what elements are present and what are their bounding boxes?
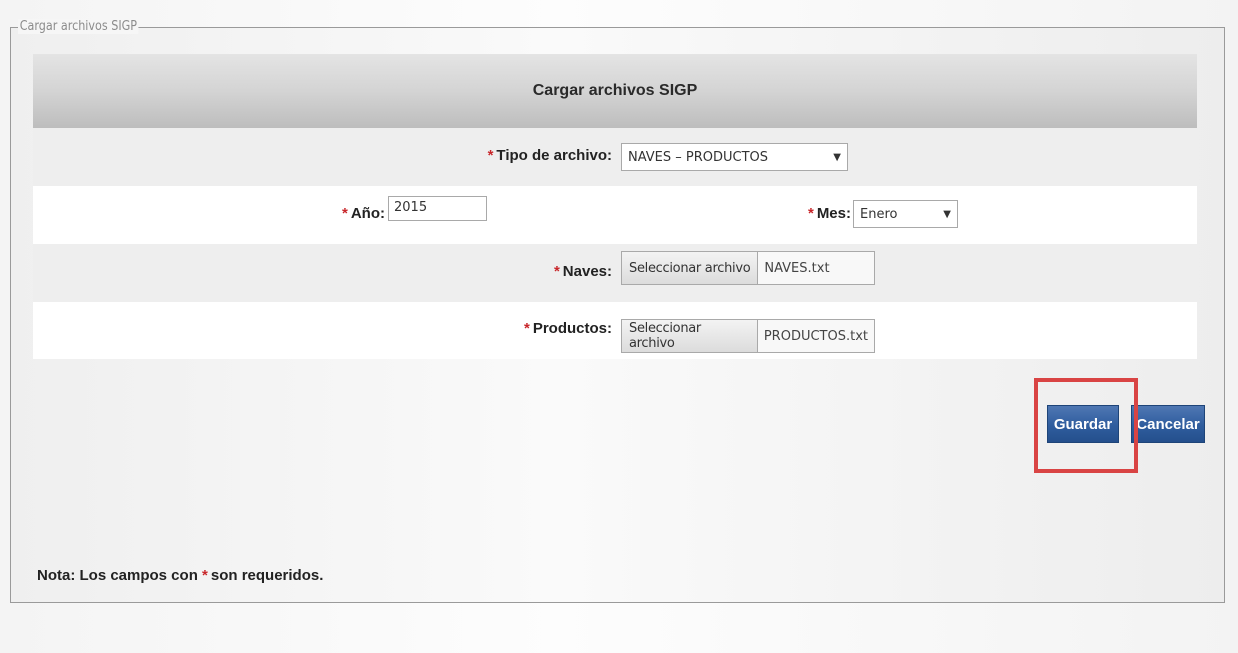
productos-file-name: PRODUCTOS.txt — [763, 328, 868, 344]
form-header: Cargar archivos SIGP — [33, 54, 1197, 128]
form-title: Cargar archivos SIGP — [532, 82, 698, 99]
naves-file-name: NAVES.txt — [764, 260, 830, 276]
row-naves: * Naves: Seleccionar archivo NAVES.txt — [33, 244, 1197, 302]
productos-label: * Productos: — [523, 320, 612, 337]
tipo-archivo-select[interactable]: NAVES – PRODUCTOS ▼ — [621, 143, 848, 171]
required-mark: * — [342, 205, 348, 222]
required-mark: * — [807, 205, 814, 222]
tipo-archivo-value: NAVES – PRODUCTOS — [628, 149, 769, 165]
naves-label: * Naves: — [553, 263, 612, 280]
mes-value: Enero — [860, 206, 898, 222]
row-tipo-archivo: * Tipo de archivo: NAVES – PRODUCTOS ▼ — [33, 128, 1197, 186]
fieldset-legend: Cargar archivos SIGP — [18, 19, 139, 34]
fieldset-legend-tick — [10, 27, 18, 28]
chevron-down-icon: ▼ — [943, 208, 951, 220]
mes-label: * Mes: — [807, 205, 851, 222]
required-mark: * — [487, 147, 494, 164]
chevron-down-icon: ▼ — [833, 151, 841, 163]
required-mark: * — [202, 567, 208, 584]
tipo-archivo-label: * Tipo de archivo: — [487, 147, 612, 164]
cancel-button[interactable]: Cancelar — [1131, 405, 1205, 443]
required-mark: * — [523, 320, 530, 337]
productos-file-input[interactable]: Seleccionar archivo PRODUCTOS.txt — [621, 319, 875, 353]
anio-label: * Año: — [342, 205, 385, 222]
required-mark: * — [553, 263, 560, 280]
naves-file-input[interactable]: Seleccionar archivo NAVES.txt — [621, 251, 875, 285]
naves-select-file-button[interactable]: Seleccionar archivo — [622, 252, 759, 284]
anio-input[interactable]: 2015 — [388, 196, 487, 221]
save-button-highlight — [1034, 378, 1138, 473]
row-productos: * Productos: Seleccionar archivo PRODUCTO… — [33, 302, 1197, 359]
row-anio-mes: * Año: 2015 * Mes: Enero ▼ — [33, 186, 1197, 244]
productos-select-file-button[interactable]: Seleccionar archivo — [622, 320, 758, 352]
mes-select[interactable]: Enero ▼ — [853, 200, 958, 228]
required-fields-note: Nota: Los campos con * son requeridos. — [37, 567, 324, 584]
